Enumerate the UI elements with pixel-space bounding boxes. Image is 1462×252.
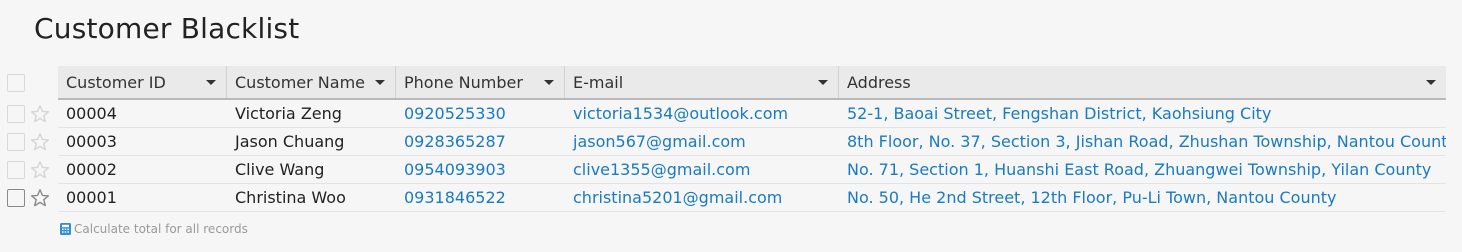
star-icon[interactable] [30, 132, 50, 152]
row-checkbox[interactable] [7, 189, 25, 207]
star-icon[interactable] [30, 188, 50, 208]
column-label: Customer Name [235, 72, 366, 92]
cell-customer-id: 00001 [66, 188, 117, 207]
row-checkbox[interactable] [7, 133, 25, 151]
chevron-down-icon[interactable] [206, 80, 216, 85]
table-row[interactable]: 00004 Victoria Zeng 0920525330 victoria1… [0, 100, 1462, 128]
cell-address-link[interactable]: No. 50, He 2nd Street, 12th Floor, Pu-Li… [839, 184, 1446, 211]
cell-email-link[interactable]: christina5201@gmail.com [565, 184, 839, 211]
cell-customer-id: 00002 [66, 160, 117, 179]
row-checkbox[interactable] [7, 161, 25, 179]
cell-email-link[interactable]: victoria1534@outlook.com [565, 100, 839, 127]
column-label: E-mail [573, 72, 624, 92]
cell-address-link[interactable]: No. 71, Section 1, Huanshi East Road, Zh… [839, 156, 1446, 183]
table-header: Customer ID Customer Name Phone Number E… [0, 66, 1462, 100]
cell-phone-link[interactable]: 0928365287 [396, 128, 565, 155]
column-label: Address [847, 72, 911, 92]
cell-address-link[interactable]: 8th Floor, No. 37, Section 3, Jishan Roa… [839, 128, 1446, 155]
cell-phone-link[interactable]: 0920525330 [396, 100, 565, 127]
chevron-down-icon[interactable] [375, 80, 385, 85]
star-icon[interactable] [30, 160, 50, 180]
calculator-icon [60, 223, 71, 235]
cell-customer-name: Christina Woo [235, 188, 346, 207]
column-label: Customer ID [66, 72, 166, 92]
cell-address-link[interactable]: 52-1, Baoai Street, Fengshan District, K… [839, 100, 1446, 127]
cell-customer-name: Clive Wang [235, 160, 325, 179]
column-header-address[interactable]: Address [839, 66, 1446, 98]
cell-email-link[interactable]: clive1355@gmail.com [565, 156, 839, 183]
customer-table: Customer ID Customer Name Phone Number E… [0, 66, 1462, 212]
table-row[interactable]: 00003 Jason Chuang 0928365287 jason567@g… [0, 128, 1462, 156]
calculate-total-link[interactable]: Calculate total for all records [60, 222, 248, 236]
star-icon[interactable] [30, 104, 50, 124]
cell-email-link[interactable]: jason567@gmail.com [565, 128, 839, 155]
cell-phone-link[interactable]: 0931846522 [396, 184, 565, 211]
cell-customer-id: 00003 [66, 132, 117, 151]
select-all-checkbox[interactable] [7, 74, 25, 92]
cell-phone-link[interactable]: 0954093903 [396, 156, 565, 183]
chevron-down-icon[interactable] [818, 80, 828, 85]
column-header-customer-name[interactable]: Customer Name [227, 66, 396, 98]
cell-customer-name: Jason Chuang [235, 132, 345, 151]
column-header-customer-id[interactable]: Customer ID [58, 66, 227, 98]
page-title: Customer Blacklist [34, 12, 300, 45]
cell-customer-name: Victoria Zeng [235, 104, 342, 123]
chevron-down-icon[interactable] [544, 80, 554, 85]
column-header-phone-number[interactable]: Phone Number [396, 66, 565, 98]
calculate-total-label: Calculate total for all records [74, 222, 248, 236]
column-label: Phone Number [404, 72, 523, 92]
chevron-down-icon[interactable] [1426, 80, 1436, 85]
table-row[interactable]: 00002 Clive Wang 0954093903 clive1355@gm… [0, 156, 1462, 184]
column-header-email[interactable]: E-mail [565, 66, 839, 98]
cell-customer-id: 00004 [66, 104, 117, 123]
table-row[interactable]: 00001 Christina Woo 0931846522 christina… [0, 184, 1462, 212]
row-checkbox[interactable] [7, 105, 25, 123]
